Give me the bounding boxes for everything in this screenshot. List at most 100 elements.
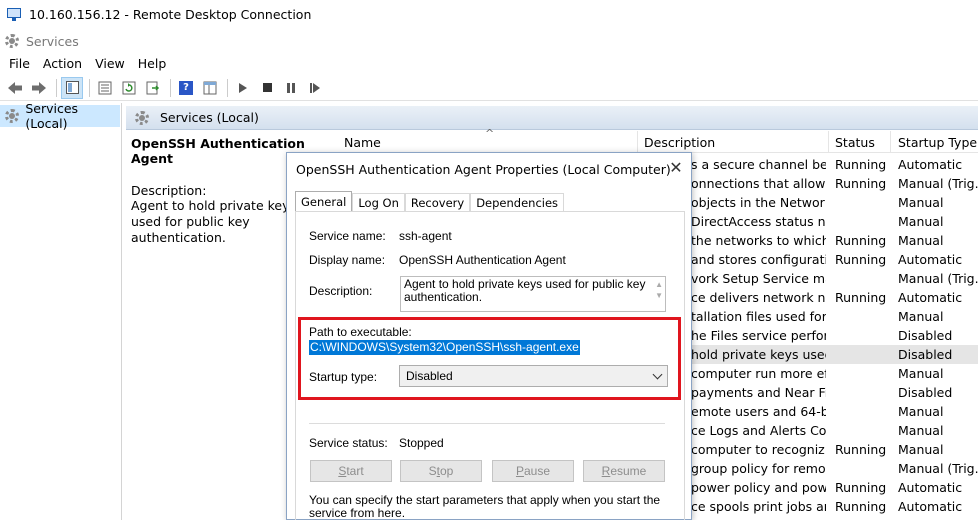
tree-node-services-local[interactable]: Services (Local) [0, 101, 120, 131]
row-startup-type: Disabled [898, 328, 953, 343]
gear-icon [134, 110, 150, 126]
row-description: hold private keys used ... [691, 347, 826, 362]
row-startup-type: Automatic [898, 480, 963, 495]
close-icon[interactable]: ✕ [669, 160, 683, 176]
display-name-value: OpenSSH Authentication Agent [399, 253, 566, 267]
row-startup-type: Manual [898, 233, 944, 248]
refresh-icon[interactable] [118, 77, 140, 99]
row-startup-type: Manual (Trig... [898, 176, 978, 191]
start-parameters-note: You can specify the start parameters tha… [309, 493, 661, 520]
row-status: Running [835, 480, 887, 495]
services-list-header: ^ Name Description Status Startup Type [333, 127, 978, 153]
start-button[interactable]: Start [310, 460, 392, 482]
row-description: group policy for remov... [691, 461, 826, 476]
pause-mnemonic: P [515, 464, 524, 478]
app-title: Services [26, 33, 79, 49]
row-startup-type: Disabled [898, 385, 953, 400]
row-description: emote users and 64-bit... [691, 404, 826, 419]
tree-node-label: Services (Local) [25, 101, 79, 131]
row-startup-type: Manual [898, 214, 944, 229]
resume-icon[interactable] [304, 77, 326, 99]
column-status[interactable]: Status [835, 135, 875, 150]
pause-label: ause [523, 464, 551, 478]
forward-icon[interactable] [28, 77, 50, 99]
row-status: Running [835, 442, 887, 457]
row-startup-type: Manual [898, 423, 944, 438]
row-description: ce spools print jobs an... [691, 499, 826, 514]
pause-button[interactable]: Pause [492, 460, 574, 482]
column-name[interactable]: Name [344, 135, 381, 150]
monitor-icon [6, 6, 22, 22]
row-description: objects in the Network... [691, 195, 826, 210]
row-startup-type: Automatic [898, 499, 963, 514]
back-icon[interactable] [4, 77, 26, 99]
scroll-arrows-icon[interactable]: ▲ ▼ [655, 279, 663, 301]
tab-general[interactable]: General [295, 191, 353, 212]
toolbar-separator [170, 78, 171, 97]
description-label: Description: [309, 284, 373, 298]
row-description: DirectAccess status not... [691, 214, 826, 229]
resume-button[interactable]: Resume [583, 460, 665, 482]
service-name-label: Service name: [309, 229, 386, 243]
toolbar-separator [56, 78, 57, 97]
service-status-label: Service status: [309, 436, 388, 450]
menu-view[interactable]: View [90, 56, 133, 71]
pause-icon[interactable] [280, 77, 302, 99]
display-name-label: Display name: [309, 253, 386, 267]
details-icon[interactable] [199, 77, 221, 99]
toolbar-separator [227, 78, 228, 97]
row-description: computer to recogniz... [691, 442, 826, 457]
row-startup-type: Automatic [898, 157, 963, 172]
column-startup-type[interactable]: Startup Type [898, 135, 977, 150]
stop-icon[interactable] [256, 77, 278, 99]
divider [309, 423, 665, 424]
gear-icon [4, 33, 20, 49]
row-description: and stores configurati... [691, 252, 826, 267]
row-startup-type: Manual (Trig... [898, 461, 978, 476]
console-tree-icon[interactable] [61, 76, 83, 99]
description-box[interactable]: Agent to hold private keys used for publ… [400, 276, 666, 312]
dialog-title: OpenSSH Authentication Agent Properties … [296, 161, 671, 177]
dialog-title-bar[interactable]: OpenSSH Authentication Agent Properties … [287, 153, 691, 185]
row-startup-type: Manual [898, 442, 944, 457]
row-status: Running [835, 176, 887, 191]
tab-log-on[interactable]: Log On [352, 193, 405, 212]
row-description: vork Setup Service man... [691, 271, 826, 286]
column-divider[interactable] [828, 131, 829, 153]
pane-header-title: Services (Local) [160, 110, 259, 125]
row-startup-type: Manual [898, 195, 944, 210]
stop-button[interactable]: St op [400, 460, 482, 482]
row-description: s a secure channel bet... [691, 157, 826, 172]
tab-dependencies[interactable]: Dependencies [470, 193, 565, 212]
column-divider[interactable] [637, 131, 638, 153]
help-icon[interactable]: ? [175, 77, 197, 99]
resume-label: esume [610, 464, 647, 478]
sort-ascending-icon: ^ [485, 127, 495, 140]
row-startup-type: Manual [898, 404, 944, 419]
row-startup-type: Manual [898, 366, 944, 381]
column-divider[interactable] [890, 131, 891, 153]
menu-help[interactable]: Help [133, 56, 175, 71]
row-startup-type: Automatic [898, 252, 963, 267]
toolbar: ? [0, 75, 978, 101]
row-description: payments and Near Fi... [691, 385, 826, 400]
row-status: Running [835, 233, 887, 248]
row-description: ce delivers network not... [691, 290, 826, 305]
console-tree: Services (Local) [0, 101, 122, 520]
menu-action[interactable]: Action [38, 56, 90, 71]
service-status-value: Stopped [399, 436, 444, 450]
row-description: tallation files used for u... [691, 309, 826, 324]
export-icon[interactable] [142, 77, 164, 99]
rdp-title: 10.160.156.12 - Remote Desktop Connectio… [29, 6, 312, 22]
dialog-tabs: General Log On Recovery Dependencies [295, 191, 565, 212]
start-mnemonic: S [338, 464, 347, 478]
column-description[interactable]: Description [644, 135, 715, 150]
start-label: tart [346, 464, 364, 478]
menu-file[interactable]: File [4, 56, 38, 71]
row-startup-type: Manual (Trig... [898, 271, 978, 286]
row-startup-type: Automatic [898, 290, 963, 305]
row-status: Running [835, 157, 887, 172]
start-icon[interactable] [232, 77, 254, 99]
tab-recovery[interactable]: Recovery [404, 193, 471, 212]
properties-icon[interactable] [94, 77, 116, 99]
